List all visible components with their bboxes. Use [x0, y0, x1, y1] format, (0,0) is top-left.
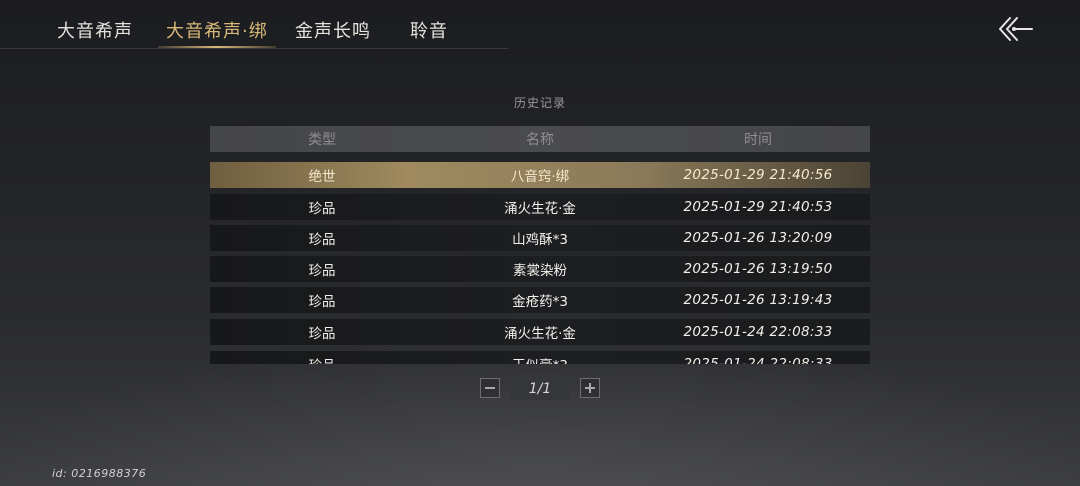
- row-name: 素裳染粉: [513, 263, 567, 279]
- row-time: 2025-01-26 13:19:43: [683, 292, 833, 308]
- row-time: 2025-01-24 22:08:33: [683, 356, 833, 364]
- row-type: 珍品: [308, 294, 336, 310]
- prev-page-button[interactable]: [480, 378, 500, 398]
- back-button[interactable]: [996, 14, 1036, 44]
- tab-ling-yin[interactable]: 聆音: [410, 0, 448, 48]
- back-arrow-icon: [999, 17, 1033, 41]
- panel-title: 历史记录: [513, 96, 566, 110]
- row-time: 2025-01-26 13:19:50: [683, 261, 833, 277]
- tab-jin-sheng-chang-ming[interactable]: 金声长鸣: [295, 0, 371, 48]
- row-name: 玉似膏*3: [434, 351, 646, 364]
- table-row: 珍品 金疮药*3 2025-01-26 13:19:43: [210, 287, 870, 313]
- row-name: 山鸡酥*3: [512, 232, 568, 248]
- row-name: 八音窍·绑: [510, 169, 570, 185]
- row-time: 2025-01-29 21:40:53: [683, 199, 833, 215]
- page-indicator: 1/1: [510, 378, 570, 400]
- tab-da-yin-xi-sheng[interactable]: 大音希声: [57, 0, 133, 48]
- row-type: 珍品: [308, 263, 336, 279]
- row-name: 涌火生花·金: [504, 326, 576, 342]
- column-header-time: 时间: [744, 132, 772, 148]
- tab-bar: 大音希声 大音希声·绑 金声长鸣 聆音: [0, 0, 508, 49]
- next-page-button[interactable]: [580, 378, 600, 398]
- row-name: 涌火生花·金: [504, 201, 576, 217]
- row-time: 2025-01-24 22:08:33: [683, 324, 833, 340]
- table-header: 类型 名称 时间: [210, 126, 870, 152]
- table-row: 珍品 涌火生花·金 2025-01-29 21:40:53: [210, 194, 870, 220]
- user-id: id: 0216988376: [52, 467, 147, 480]
- row-type: 珍品: [308, 326, 336, 342]
- row-type: 绝世: [308, 169, 336, 185]
- row-type: 珍品: [210, 351, 434, 364]
- history-list[interactable]: 绝世 八音窍·绑 2025-01-29 21:40:56 珍品 涌火生花·金 2…: [210, 162, 870, 364]
- column-header-name: 名称: [526, 132, 554, 148]
- table-row: 珍品 涌火生花·金 2025-01-24 22:08:33: [210, 319, 870, 345]
- row-name: 金疮药*3: [512, 294, 568, 310]
- tab-da-yin-xi-sheng-bound[interactable]: 大音希声·绑: [158, 0, 276, 48]
- column-header-type: 类型: [308, 132, 336, 148]
- table-row: 珍品 山鸡酥*3 2025-01-26 13:20:09: [210, 225, 870, 251]
- row-type: 珍品: [308, 201, 336, 217]
- table-row: 绝世 八音窍·绑 2025-01-29 21:40:56: [210, 162, 870, 188]
- table-row: 珍品 素裳染粉 2025-01-26 13:19:50: [210, 256, 870, 282]
- row-time: 2025-01-29 21:40:56: [683, 167, 833, 183]
- row-time: 2025-01-26 13:20:09: [683, 230, 833, 246]
- table-row: 珍品 玉似膏*3 2025-01-24 22:08:33: [210, 351, 870, 364]
- row-type: 珍品: [308, 232, 336, 248]
